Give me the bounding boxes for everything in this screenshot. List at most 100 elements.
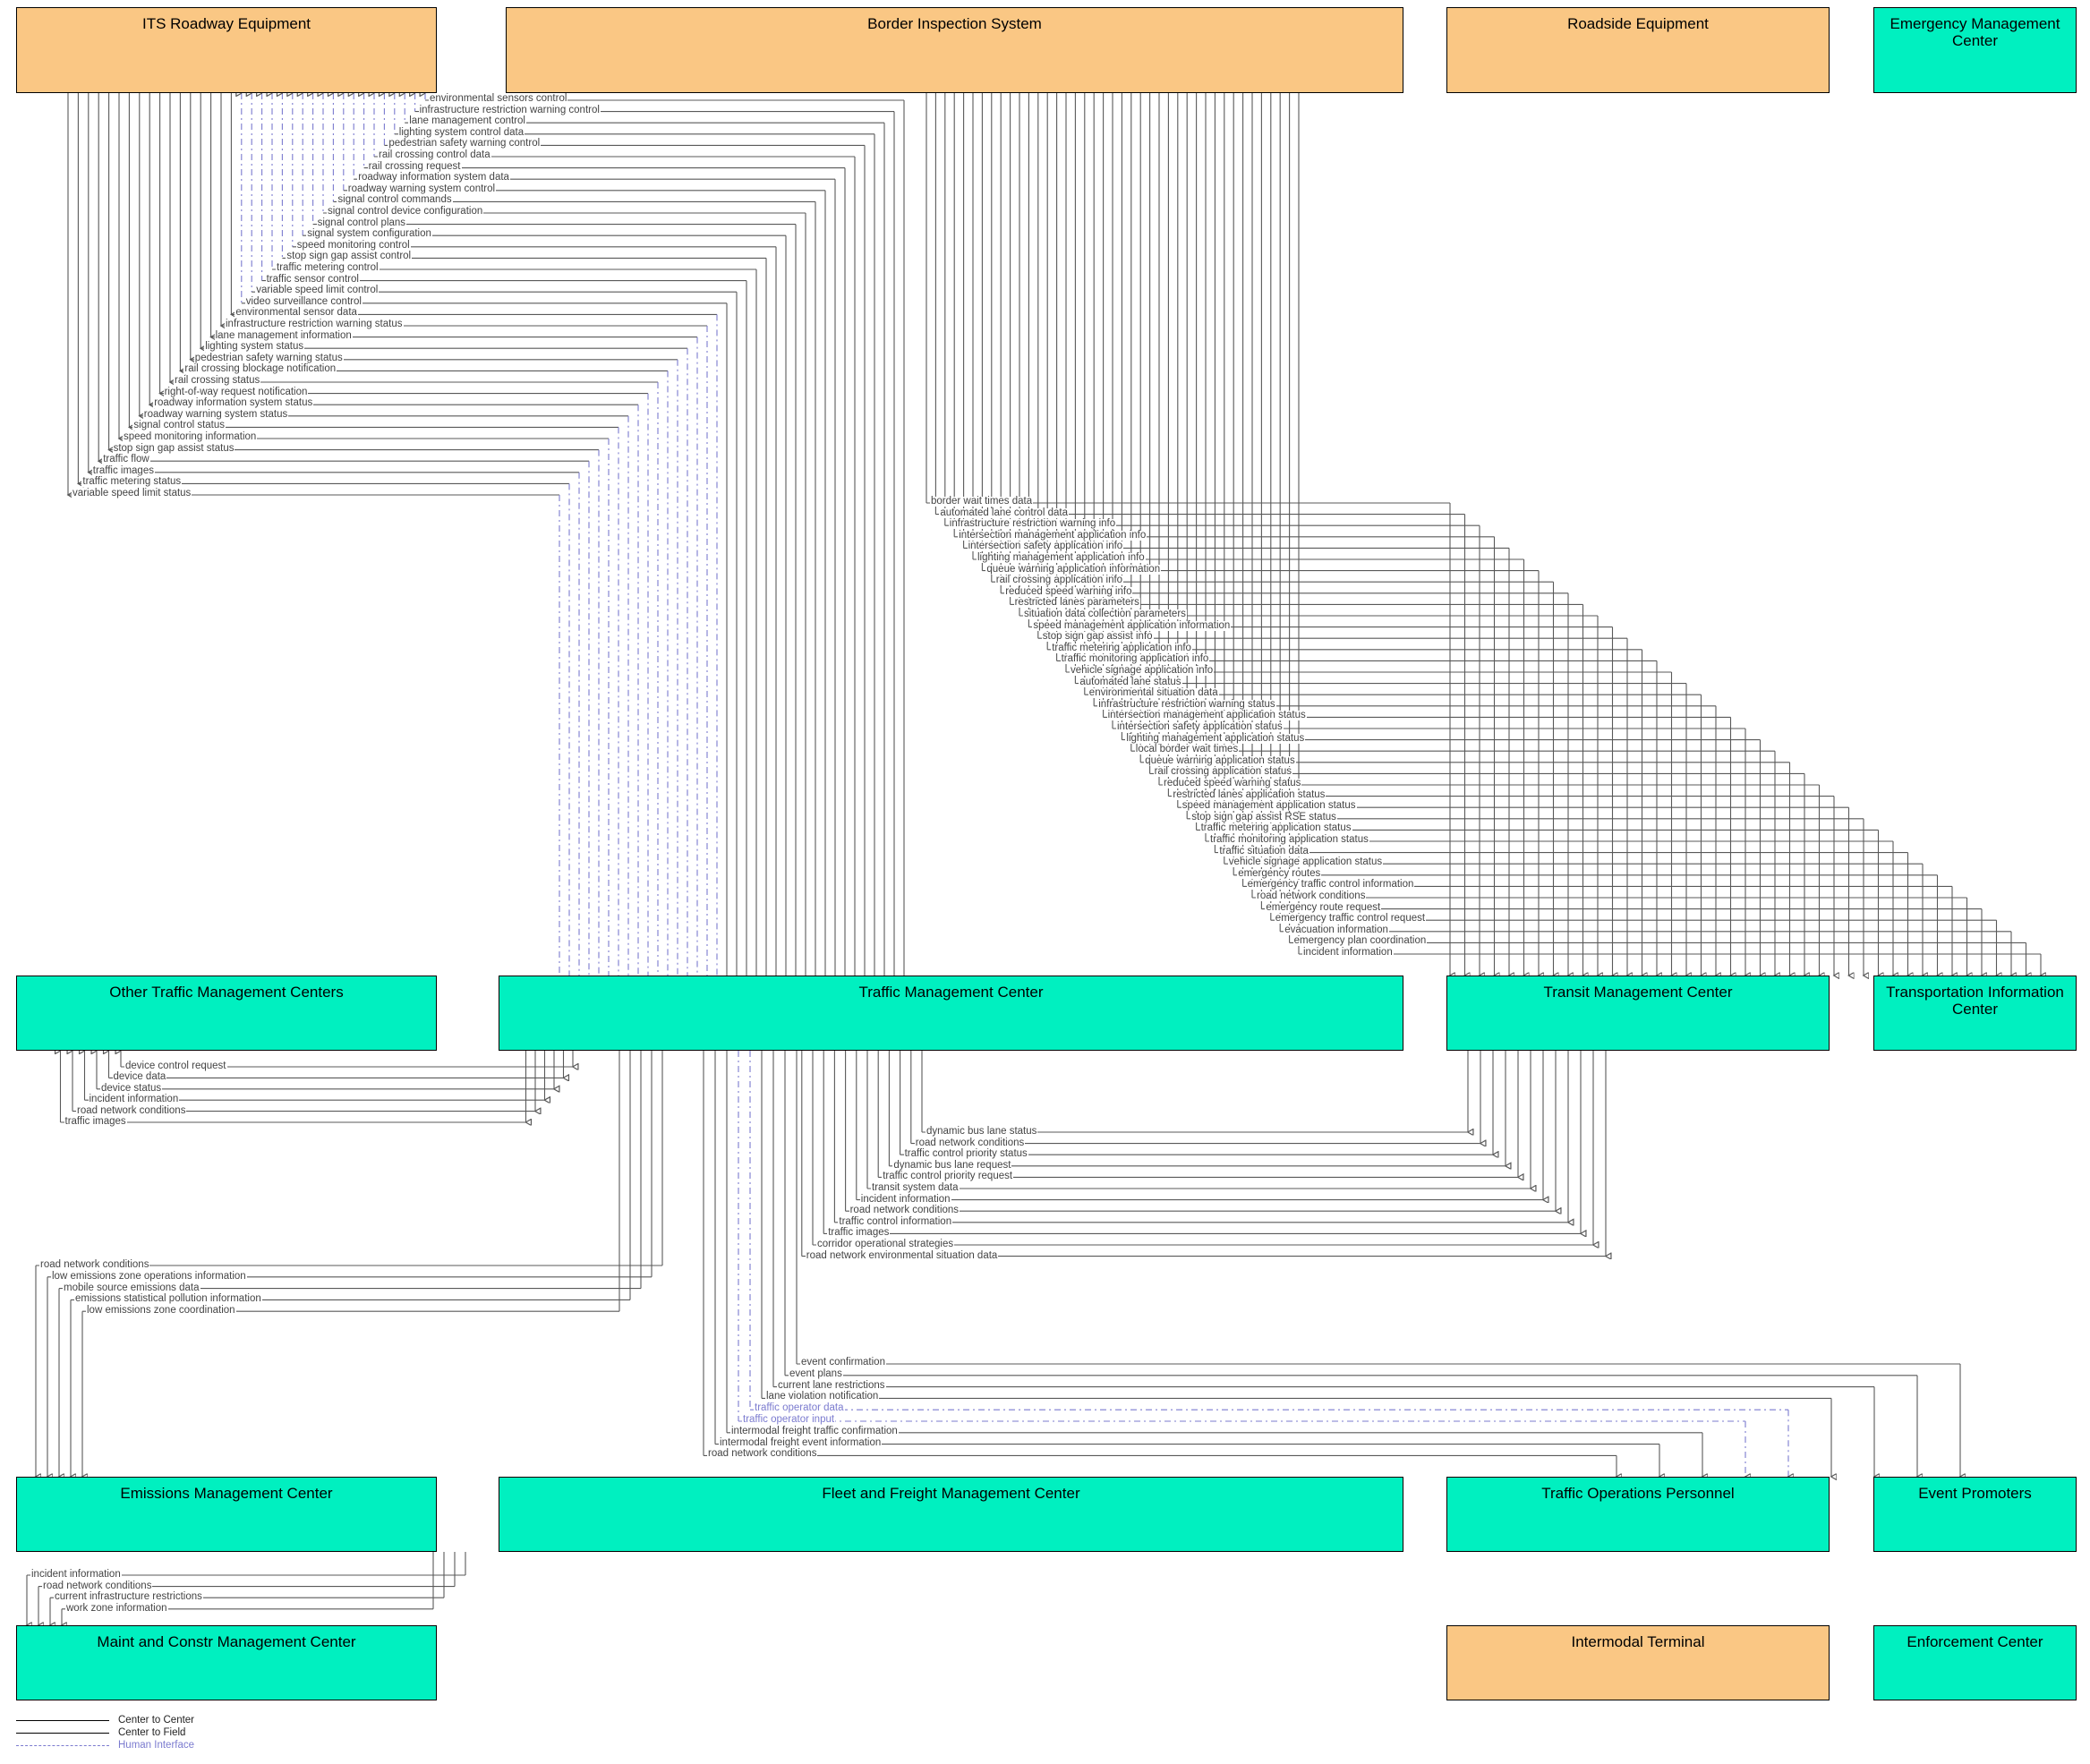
flow-label: roadway information system data — [357, 172, 510, 183]
legend-label-center-to-field: Center to Field — [118, 1727, 186, 1738]
flow-label: corridor operational strategies — [816, 1239, 955, 1249]
flow-label: intersection safety application status — [1116, 721, 1284, 732]
flow-label: traffic metering status — [81, 476, 183, 488]
flow-label: mobile source emissions data — [63, 1282, 200, 1293]
flow-label: stop sign gap assist RSE status — [1190, 811, 1337, 822]
flow-label: lane management control — [408, 115, 526, 127]
legend-line-center-to-field — [16, 1732, 109, 1734]
flow-label: evacuation information — [1284, 924, 1389, 935]
flow-label: stop sign gap assist info — [1041, 631, 1154, 643]
node-event-promoters[interactable]: Event Promoters — [1873, 1477, 2077, 1552]
node-label: Transit Management Center — [1543, 984, 1733, 1001]
node-fleet-and-freight-management-center[interactable]: Fleet and Freight Management Center — [499, 1477, 1403, 1552]
architecture-diagram-canvas: ITS Roadway Equipment Border Inspection S… — [0, 0, 2090, 1764]
flow-label: traffic images — [827, 1227, 891, 1239]
flow-label: stop sign gap assist status — [112, 442, 235, 454]
node-enforcement-center[interactable]: Enforcement Center — [1873, 1625, 2077, 1700]
flow-label: restricted lanes application status — [1172, 788, 1327, 800]
legend: Center to Center Center to Field Human I… — [16, 1714, 194, 1751]
flow-label: lane management information — [214, 329, 353, 341]
flow-label: speed monitoring control — [295, 239, 411, 251]
legend-item-human-interface: Human Interface — [16, 1739, 194, 1751]
flow-label: situation data collection parameters — [1023, 609, 1187, 619]
flow-label: current infrastructure restrictions — [54, 1591, 203, 1603]
legend-item-center-to-center: Center to Center — [16, 1714, 194, 1726]
flow-label: incident information — [1302, 947, 1394, 958]
flow-label: restricted lanes parameters — [1013, 597, 1140, 609]
flow-label: event confirmation — [800, 1357, 886, 1368]
node-roadside-equipment[interactable]: Roadside Equipment — [1446, 7, 1830, 93]
node-label: Enforcement Center — [1907, 1633, 2043, 1650]
legend-line-human-interface — [16, 1744, 109, 1746]
flow-label: transit system data — [871, 1182, 960, 1193]
flow-label: video surveillance control — [244, 295, 363, 307]
flow-label: infrastructure restriction warning contr… — [418, 104, 601, 115]
flow-label: infrastructure restriction warning statu… — [1097, 698, 1276, 710]
node-transit-management-center[interactable]: Transit Management Center — [1446, 976, 1830, 1051]
flow-label: rail crossing blockage notification — [183, 363, 337, 375]
legend-item-center-to-field: Center to Field — [16, 1726, 194, 1739]
flow-label: work zone information — [65, 1602, 168, 1614]
flow-label: signal system configuration — [306, 228, 432, 240]
node-label: Emergency Management Center — [1890, 15, 2060, 49]
flow-label: device control request — [124, 1061, 227, 1071]
flow-label: environmental sensors control — [429, 93, 568, 104]
flow-label: reduced speed warning status — [1163, 778, 1302, 788]
flow-label: incident information — [859, 1193, 951, 1205]
node-label: Maint and Constr Management Center — [97, 1633, 356, 1650]
flow-label: traffic flow — [102, 454, 150, 465]
flow-label: rail crossing request — [367, 160, 462, 172]
node-label: Traffic Management Center — [858, 984, 1044, 1001]
flow-label: event plans — [789, 1368, 843, 1379]
flow-label: traffic images — [64, 1116, 127, 1127]
flow-label: signal control status — [132, 420, 226, 431]
flow-label: infrastructure restriction warning statu… — [225, 319, 404, 329]
flow-label: pedestrian safety warning control — [388, 138, 542, 149]
flow-label: queue warning application information — [985, 563, 1162, 575]
node-its-roadway-equipment[interactable]: ITS Roadway Equipment — [16, 7, 437, 93]
node-label: Event Promoters — [1918, 1485, 2032, 1502]
node-label: Intermodal Terminal — [1571, 1633, 1705, 1650]
flow-label: intermodal freight event information — [719, 1436, 883, 1448]
node-emissions-management-center[interactable]: Emissions Management Center — [16, 1477, 437, 1552]
node-emergency-management-center[interactable]: Emergency Management Center — [1873, 7, 2077, 93]
flow-label: road network conditions — [76, 1104, 187, 1116]
flow-label: variable speed limit status — [72, 488, 192, 499]
flow-label: emergency traffic control request — [1274, 913, 1427, 925]
node-transportation-information-center[interactable]: Transportation Information Center — [1873, 976, 2077, 1051]
flow-label: traffic situation data — [1218, 845, 1309, 856]
flow-label: road network environmental situation dat… — [805, 1249, 999, 1261]
flow-label: environmental sensor data — [235, 307, 358, 319]
flow-label: road network conditions — [42, 1580, 153, 1591]
node-traffic-operations-personnel[interactable]: Traffic Operations Personnel — [1446, 1477, 1830, 1552]
flow-label: device status — [100, 1082, 163, 1094]
flow-label: infrastructure restriction warning info — [948, 518, 1117, 530]
flow-label: rail crossing status — [174, 375, 261, 386]
flow-label: signal control plans — [316, 217, 407, 228]
node-label: Roadside Equipment — [1567, 15, 1709, 32]
node-maint-and-constr-management-center[interactable]: Maint and Constr Management Center — [16, 1625, 437, 1700]
flow-label: roadway information system status — [153, 397, 314, 409]
flow-label: road network conditions — [707, 1448, 818, 1460]
flow-label: intersection management application stat… — [1106, 710, 1307, 721]
flow-label: queue warning application status — [1144, 754, 1296, 766]
flow-label: speed management application information — [1032, 619, 1232, 631]
node-intermodal-terminal[interactable]: Intermodal Terminal — [1446, 1625, 1830, 1700]
flow-label: emergency plan coordination — [1292, 935, 1428, 947]
node-traffic-management-center[interactable]: Traffic Management Center — [499, 976, 1403, 1051]
flow-label: emergency routes — [1237, 867, 1322, 879]
flow-label: traffic monitoring application info — [1060, 653, 1210, 665]
flow-label: traffic monitoring application status — [1209, 834, 1369, 845]
flow-label: traffic control information — [838, 1215, 953, 1227]
node-label: Traffic Operations Personnel — [1541, 1485, 1735, 1502]
flow-label: vehicle signage application status — [1227, 856, 1384, 868]
flow-label: device data — [112, 1071, 167, 1083]
flow-label: local border wait times — [1134, 744, 1240, 755]
flow-label: traffic images — [91, 464, 155, 476]
flow-label: traffic metering control — [276, 262, 380, 273]
flow-label: intersection safety application info — [967, 541, 1124, 552]
node-other-traffic-management-centers[interactable]: Other Traffic Management Centers — [16, 976, 437, 1051]
flow-label: traffic metering application info — [1051, 642, 1192, 653]
flow-label: traffic operator input — [742, 1414, 836, 1425]
node-border-inspection-system[interactable]: Border Inspection System — [506, 7, 1403, 93]
